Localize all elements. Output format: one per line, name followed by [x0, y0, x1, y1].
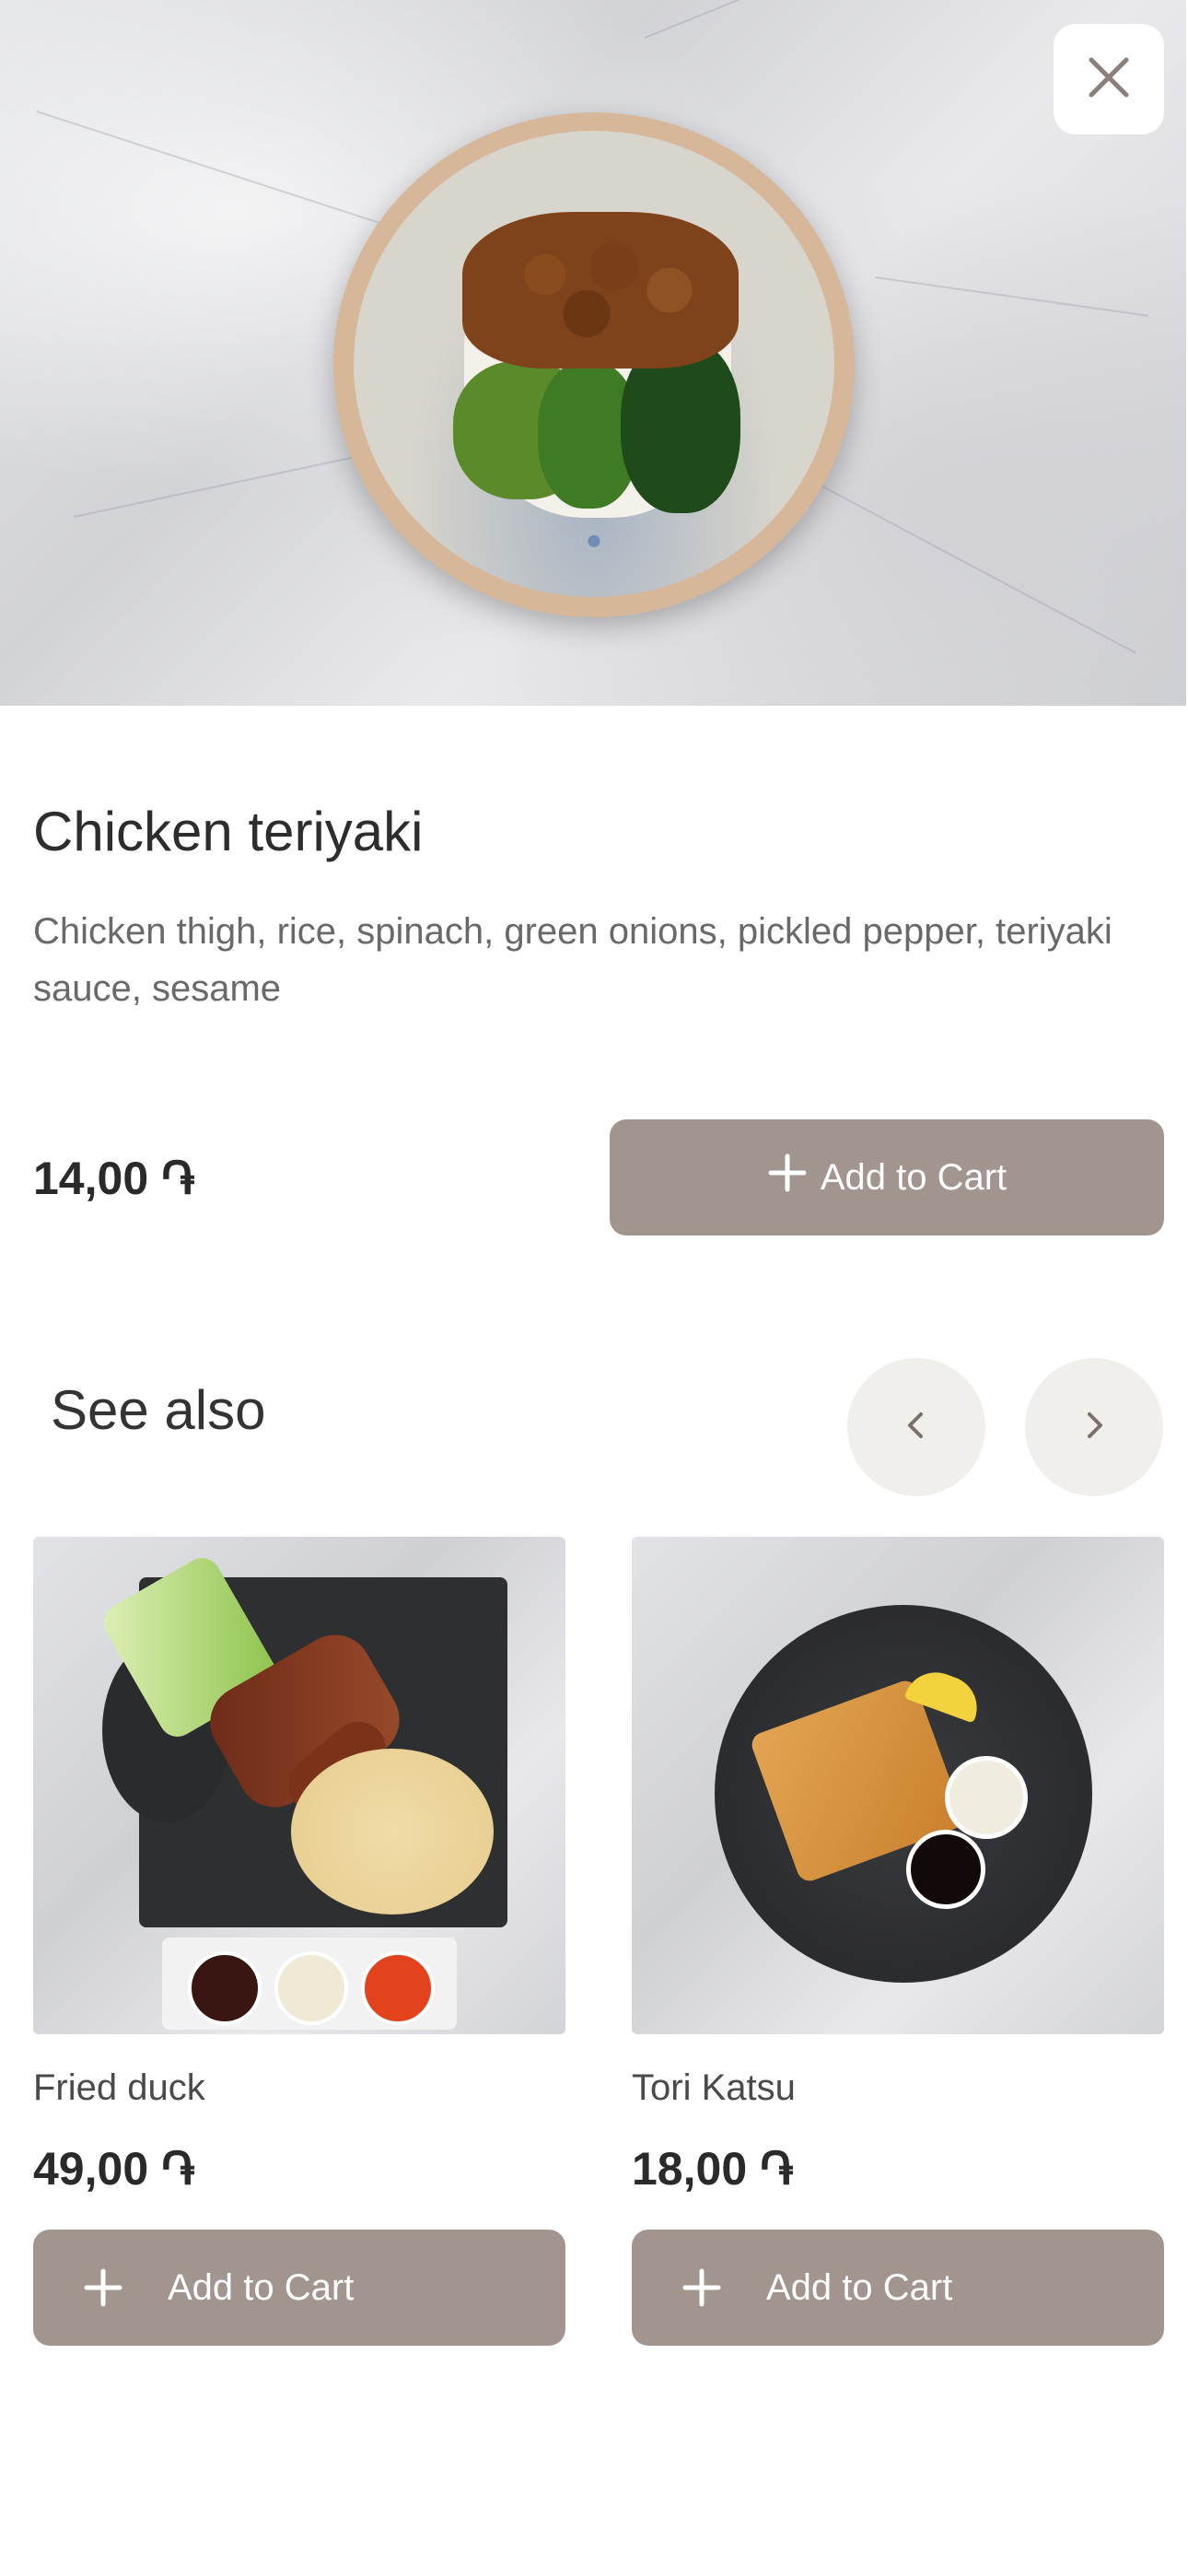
add-to-cart-button[interactable]: Add to Cart	[610, 1119, 1164, 1235]
close-icon	[1086, 54, 1132, 105]
plus-icon	[39, 2267, 168, 2308]
tori-katsu-image[interactable]	[632, 1537, 1164, 2034]
carousel-next-button[interactable]	[1025, 1358, 1163, 1496]
carousel-prev-button[interactable]	[847, 1358, 985, 1496]
price-value: 14,00	[33, 1153, 149, 1204]
close-button[interactable]	[1054, 24, 1164, 135]
card-name[interactable]: Fried duck	[33, 2067, 205, 2109]
plus-icon	[767, 1153, 808, 1202]
add-fried-duck-button[interactable]: Add to Cart	[33, 2230, 565, 2346]
see-also-title: See also	[51, 1379, 266, 1441]
add-to-cart-label: Add to Cart	[820, 1156, 1007, 1198]
chevron-right-icon	[1080, 1407, 1108, 1448]
food-bowl	[333, 112, 855, 617]
chevron-left-icon	[903, 1407, 930, 1448]
add-to-cart-label: Add to Cart	[766, 2266, 953, 2308]
add-tori-katsu-button[interactable]: Add to Cart	[632, 2230, 1164, 2346]
card-price: 18,00 ֏	[632, 2143, 794, 2195]
fried-duck-image[interactable]	[33, 1537, 565, 2034]
plus-icon	[637, 2267, 766, 2308]
card-name[interactable]: Tori Katsu	[632, 2067, 796, 2109]
product-image	[0, 0, 1186, 706]
product-price: 14,00 ֏	[33, 1152, 195, 1206]
add-to-cart-label: Add to Cart	[168, 2266, 355, 2308]
currency-symbol: ֏	[161, 1153, 195, 1204]
product-title: Chicken teriyaki	[33, 801, 424, 862]
card-price: 49,00 ֏	[33, 2143, 195, 2195]
product-description: Chicken thigh, rice, spinach, green onio…	[33, 911, 1112, 1009]
